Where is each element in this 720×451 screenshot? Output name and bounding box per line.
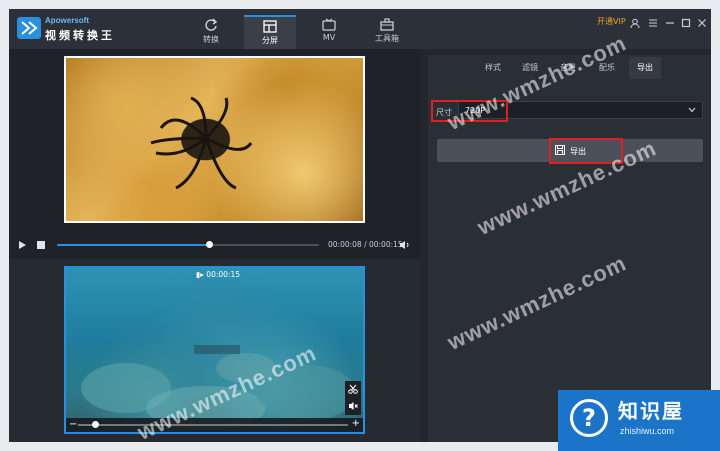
segment-seek-bar: − + [66, 418, 363, 432]
user-icon[interactable] [630, 13, 644, 29]
toolbox-icon [380, 18, 394, 31]
split-screen-icon [263, 20, 277, 33]
app-logo-icon [17, 17, 41, 39]
progress-fill [57, 244, 209, 246]
tab-label: 转换 [203, 35, 219, 44]
chevron-down-icon [688, 107, 696, 113]
tab-filter[interactable]: 滤镜 [522, 62, 538, 73]
segment-track[interactable] [78, 424, 348, 426]
main-video-preview[interactable] [64, 56, 365, 223]
settings-panel: 样式 滤镜 音量 配乐 导出 尺寸 720P 导出 [428, 55, 711, 442]
playback-progress-bar[interactable] [57, 241, 319, 248]
split-editor-area: ▮▸ 00:00:15 − + [9, 259, 420, 442]
minimize-icon[interactable] [665, 13, 679, 27]
tab-convert[interactable]: 转换 [185, 15, 237, 49]
maximize-icon[interactable] [681, 13, 695, 28]
question-icon: ? [570, 399, 608, 437]
crinoid-image [150, 96, 253, 190]
tab-split-screen[interactable]: 分屏 [244, 15, 296, 49]
tab-music[interactable]: 配乐 [599, 62, 615, 73]
volume-icon[interactable] [399, 240, 410, 250]
segment-knob[interactable] [91, 421, 99, 428]
mute-icon[interactable] [348, 401, 358, 411]
title-bar: Apowersoft 视频转换王 转换 分屏 MV 工具箱 开通VIP [9, 9, 711, 49]
coral-reef-image [81, 345, 356, 430]
zoom-out-icon[interactable]: − [69, 419, 77, 430]
app-title: 视频转换王 [45, 29, 115, 42]
zhishiwu-badge: ? 知识屋 zhishiwu.com [558, 390, 720, 451]
split-video-preview[interactable]: ▮▸ 00:00:15 − + [64, 266, 365, 434]
badge-url: zhishiwu.com [620, 426, 675, 436]
tab-style[interactable]: 样式 [485, 62, 501, 73]
scissors-icon[interactable] [348, 384, 358, 394]
brand-name: Apowersoft [45, 16, 89, 25]
play-icon[interactable] [18, 240, 27, 250]
refresh-icon [205, 18, 218, 31]
player-controls: 00:00:08 / 00:00:15 [9, 235, 420, 255]
stop-icon[interactable] [37, 241, 45, 249]
segment-duration: ▮▸ 00:00:15 [196, 270, 240, 279]
tab-toolbox[interactable]: 工具箱 [361, 15, 413, 49]
vip-button[interactable]: 开通VIP [597, 16, 626, 27]
segment-tools [345, 381, 361, 415]
export-highlight-box [549, 138, 623, 164]
app-window: Apowersoft 视频转换王 转换 分屏 MV 工具箱 开通VIP 00:0… [9, 9, 711, 442]
menu-icon[interactable] [648, 13, 662, 27]
tab-label: 工具箱 [375, 34, 399, 43]
tab-mv[interactable]: MV [303, 15, 355, 49]
settings-tabs: 样式 滤镜 音量 配乐 导出 [428, 55, 711, 79]
camera-icon: ▮▸ [196, 270, 204, 279]
tab-export[interactable]: 导出 [629, 57, 661, 79]
tv-icon [322, 18, 336, 31]
tab-volume[interactable]: 音量 [560, 62, 576, 73]
time-display: 00:00:08 / 00:00:15 [328, 240, 403, 249]
zoom-in-icon[interactable]: + [352, 418, 360, 429]
progress-knob[interactable] [205, 241, 213, 248]
size-highlight-box [431, 100, 508, 122]
close-icon[interactable] [697, 13, 711, 27]
preview-panel: 00:00:08 / 00:00:15 ▮▸ 00:00:15 − + [9, 49, 420, 442]
tab-label: 分屏 [262, 36, 278, 45]
segment-duration-label: 00:00:15 [206, 270, 240, 279]
tab-label: MV [322, 33, 336, 42]
badge-name: 知识屋 [618, 399, 684, 423]
